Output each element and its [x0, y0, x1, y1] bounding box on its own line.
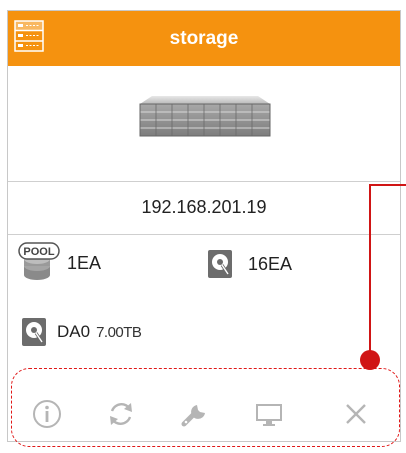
- da-disk-icon: [22, 318, 46, 346]
- ip-address-row: 192.168.201.19: [8, 182, 400, 235]
- wrench-icon: [181, 405, 205, 427]
- action-toolbar: [8, 372, 400, 441]
- disk-info: 16EA: [207, 249, 292, 279]
- callout-dot: [360, 350, 380, 370]
- pool-info: POOL 1EA: [17, 242, 101, 284]
- device-image-area: [8, 66, 400, 182]
- callout-line-vertical: [369, 184, 371, 360]
- storage-info-area: POOL 1EA 16EA DA0 7.00TB: [8, 234, 400, 373]
- monitor-icon: [256, 404, 282, 426]
- close-button[interactable]: [338, 396, 374, 432]
- card-title: storage: [169, 28, 239, 49]
- info-icon: [33, 400, 61, 428]
- disk-count: 16EA: [248, 253, 293, 274]
- ip-address: 192.168.201.19: [141, 197, 267, 217]
- info-button[interactable]: [29, 396, 65, 432]
- refresh-button[interactable]: [103, 396, 139, 432]
- pool-count: 1EA: [67, 252, 102, 273]
- da-label: DA0: [57, 322, 91, 341]
- pool-icon-label: POOL: [23, 246, 54, 258]
- storage-card: storage 192.168.201.19 POOL 1EA 16EA DA0…: [7, 10, 401, 442]
- da-size: 7.00TB: [96, 323, 142, 341]
- refresh-icon: [110, 403, 132, 425]
- close-icon: [346, 404, 366, 424]
- card-header: storage: [8, 11, 400, 66]
- pool-icon: POOL: [18, 242, 60, 280]
- da-info: DA0 7.00TB: [21, 317, 142, 347]
- storage-server-image: [139, 96, 271, 137]
- monitor-button[interactable]: [251, 396, 287, 432]
- settings-button[interactable]: [177, 396, 213, 432]
- callout-line-horizontal: [369, 184, 406, 186]
- disk-icon: [208, 250, 232, 278]
